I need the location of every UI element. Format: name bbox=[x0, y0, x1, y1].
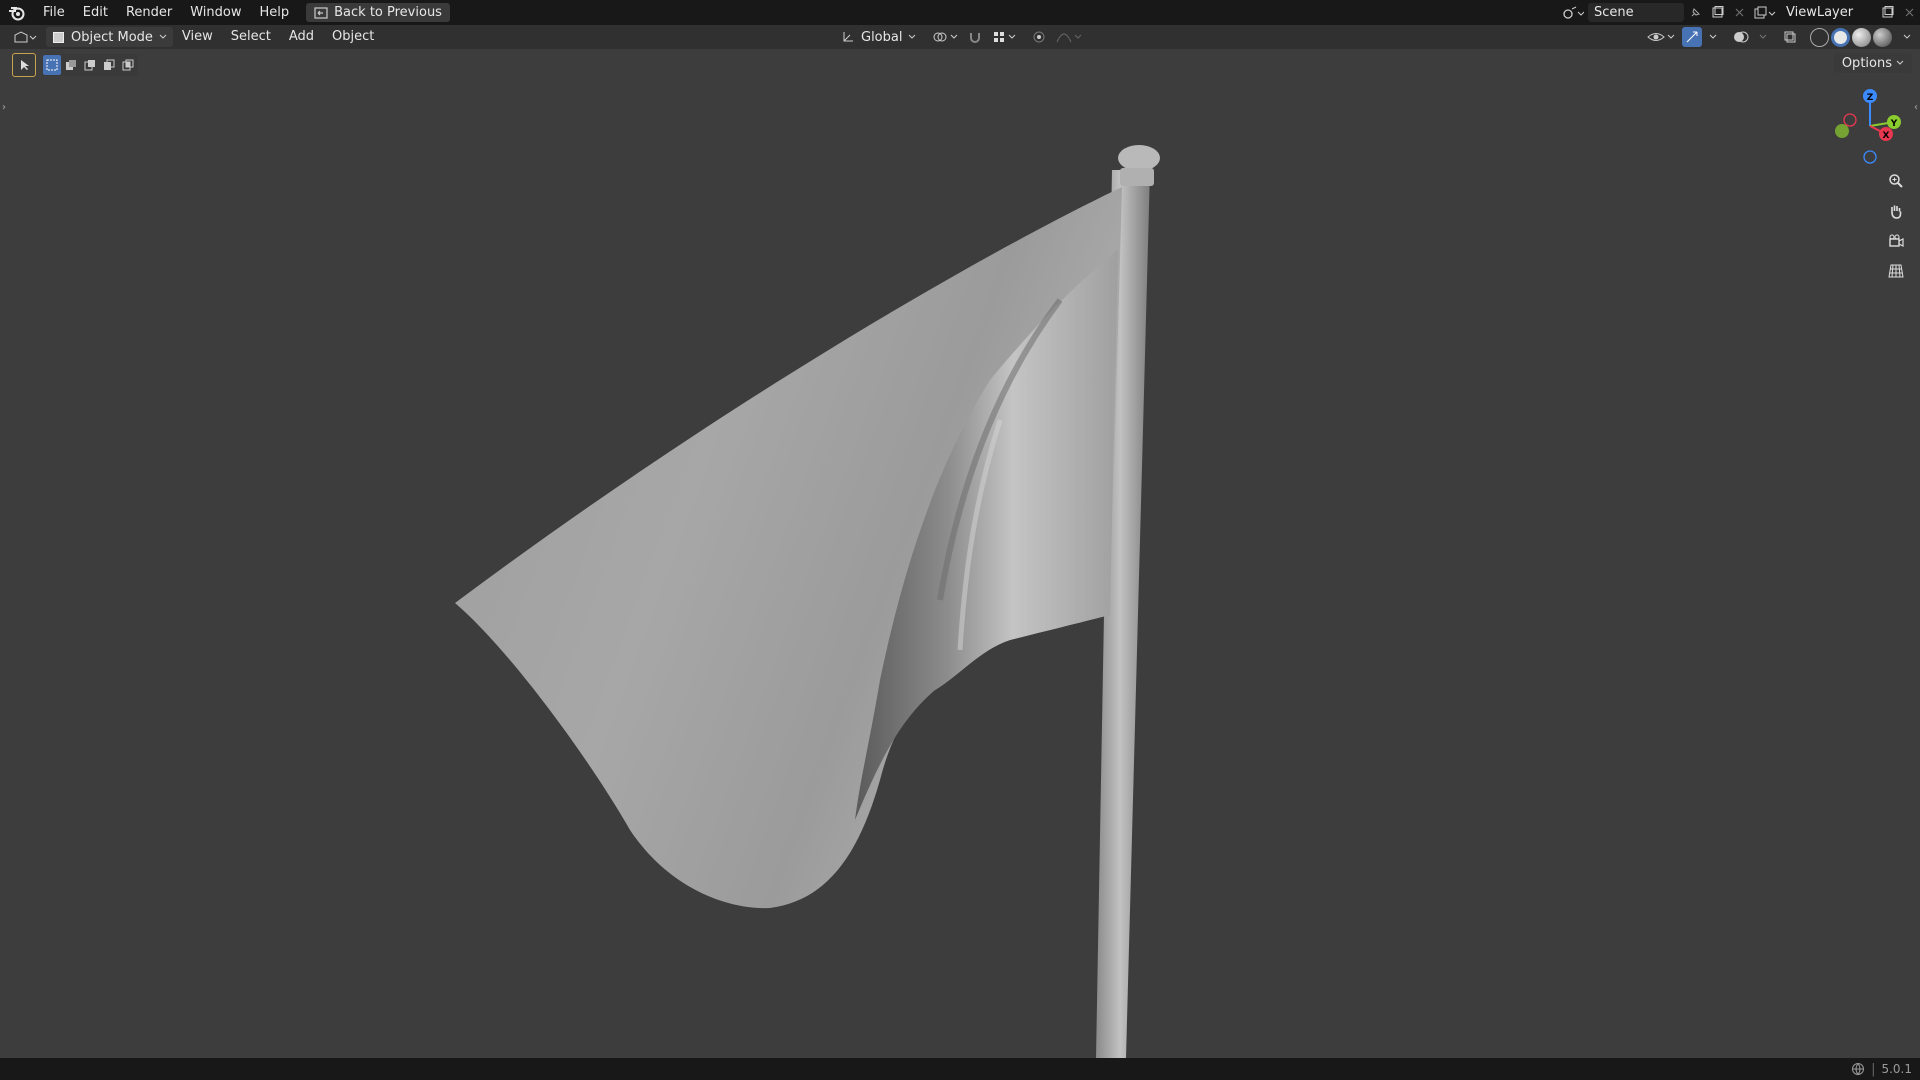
chevron-down-icon bbox=[909, 34, 916, 39]
proportional-editing-toggle[interactable] bbox=[1029, 27, 1049, 47]
overlays-dropdown[interactable] bbox=[1756, 27, 1770, 47]
menu-select[interactable]: Select bbox=[222, 25, 280, 49]
overlays-toggle[interactable] bbox=[1730, 27, 1752, 47]
proportional-editing-icon bbox=[1033, 31, 1045, 43]
eye-selectable-icon bbox=[1647, 33, 1665, 41]
menu-render[interactable]: Render bbox=[117, 0, 181, 25]
magnet-icon bbox=[970, 33, 981, 43]
new-view-layer-icon[interactable] bbox=[1876, 3, 1898, 22]
chevron-down-icon bbox=[1009, 34, 1016, 39]
editor-type-icon[interactable] bbox=[8, 28, 42, 47]
pan-hand-icon[interactable] bbox=[1884, 199, 1908, 223]
view-layer-selector-icon[interactable] bbox=[1750, 3, 1780, 22]
gizmo-toggle[interactable] bbox=[1682, 27, 1702, 47]
new-scene-icon[interactable] bbox=[1706, 3, 1728, 22]
view-layer-field[interactable]: ViewLayer bbox=[1780, 3, 1876, 22]
chevron-down-icon bbox=[159, 34, 167, 39]
back-to-previous-button[interactable]: Back to Previous bbox=[306, 3, 450, 22]
chevron-down-icon bbox=[1075, 34, 1082, 39]
blender-logo-icon[interactable] bbox=[0, 0, 34, 25]
scene-name: Scene bbox=[1594, 5, 1634, 20]
network-globe-icon bbox=[1852, 1063, 1865, 1076]
navigation-gizmo[interactable]: Z Y X bbox=[1820, 84, 1910, 174]
chevron-down-icon bbox=[1759, 34, 1767, 39]
top-bar: File Edit Render Window Help Back to Pre… bbox=[0, 0, 1920, 25]
gizmo-icon bbox=[1686, 31, 1698, 43]
pin-scene-icon[interactable] bbox=[1684, 3, 1706, 22]
pole-collar bbox=[1120, 168, 1154, 186]
perspective-grid-icon[interactable] bbox=[1884, 259, 1908, 283]
viewport-header: Object Mode View Select Add Object Globa… bbox=[0, 25, 1920, 49]
tool-settings-row bbox=[12, 53, 138, 77]
scene-name-field[interactable]: Scene bbox=[1588, 3, 1684, 22]
orientation-axes-icon bbox=[843, 32, 853, 42]
chevron-down-icon bbox=[1667, 34, 1675, 39]
gizmo-dropdown[interactable] bbox=[1706, 27, 1720, 47]
gizmo-z-label: Z bbox=[1867, 93, 1874, 103]
object-mode-dropdown[interactable]: Object Mode bbox=[46, 27, 173, 47]
select-new-icon[interactable] bbox=[43, 55, 61, 75]
gizmo-x-label: X bbox=[1883, 131, 1890, 141]
toolbar-expand-arrow-icon[interactable]: › bbox=[2, 102, 6, 113]
cursor-arrow-icon bbox=[21, 60, 29, 70]
shading-modes bbox=[1806, 27, 1896, 47]
scene-selector-icon[interactable] bbox=[1558, 3, 1588, 22]
object-mode-label: Object Mode bbox=[71, 29, 153, 45]
visibility-dropdown[interactable] bbox=[1644, 27, 1678, 47]
chevron-down-icon bbox=[1903, 34, 1911, 39]
solid-shading-icon[interactable] bbox=[1831, 27, 1850, 47]
scene-controls: Scene ViewLayer bbox=[1558, 0, 1920, 25]
snap-toggle[interactable] bbox=[965, 27, 985, 47]
xray-toggle[interactable] bbox=[1780, 27, 1800, 47]
object-mode-icon bbox=[53, 31, 64, 43]
xray-icon bbox=[1784, 31, 1796, 43]
menu-help[interactable]: Help bbox=[251, 0, 299, 25]
menu-file[interactable]: File bbox=[34, 0, 74, 25]
chevron-down-icon bbox=[951, 34, 958, 39]
select-extend-icon[interactable] bbox=[62, 55, 80, 75]
version-label: 5.0.1 bbox=[1881, 1062, 1912, 1076]
menu-add[interactable]: Add bbox=[280, 25, 323, 49]
overlays-icon bbox=[1734, 31, 1749, 43]
menu-window[interactable]: Window bbox=[181, 0, 250, 25]
sidebar-expand-arrow-icon[interactable]: ‹ bbox=[1914, 102, 1918, 113]
camera-view-icon[interactable] bbox=[1884, 229, 1908, 253]
menu-edit[interactable]: Edit bbox=[74, 0, 117, 25]
orientation-dropdown[interactable]: Global bbox=[838, 27, 919, 47]
status-bar: | 5.0.1 bbox=[0, 1058, 1920, 1080]
options-dropdown[interactable]: Options bbox=[1833, 53, 1912, 73]
shading-dropdown[interactable] bbox=[1900, 27, 1914, 47]
gizmo-y-label: Y bbox=[1890, 119, 1898, 129]
chevron-down-icon bbox=[1896, 60, 1904, 65]
pivot-point-icon bbox=[933, 32, 947, 42]
back-to-previous-label: Back to Previous bbox=[334, 5, 442, 20]
delete-view-layer-icon[interactable] bbox=[1898, 3, 1920, 22]
3d-viewport[interactable] bbox=[0, 49, 1920, 1058]
snap-target-dropdown[interactable] bbox=[989, 27, 1019, 47]
falloff-curve-icon bbox=[1057, 33, 1072, 43]
selection-mode-group bbox=[42, 54, 138, 76]
wireframe-shading-icon[interactable] bbox=[1810, 27, 1829, 47]
view-layer-name: ViewLayer bbox=[1786, 5, 1854, 20]
select-subtract-icon[interactable] bbox=[81, 55, 99, 75]
menu-view[interactable]: View bbox=[173, 25, 222, 49]
back-window-icon bbox=[314, 6, 328, 19]
pivot-point-dropdown[interactable] bbox=[929, 27, 961, 47]
chevron-down-icon bbox=[1709, 34, 1717, 39]
select-invert-icon[interactable] bbox=[100, 55, 118, 75]
transform-tools: Global bbox=[838, 25, 1085, 49]
pole-finial bbox=[1118, 145, 1160, 171]
select-intersect-icon[interactable] bbox=[119, 55, 137, 75]
delete-scene-icon[interactable] bbox=[1728, 3, 1750, 22]
options-label: Options bbox=[1841, 55, 1892, 71]
proportional-falloff-dropdown[interactable] bbox=[1053, 27, 1085, 47]
rendered-shading-icon[interactable] bbox=[1873, 27, 1892, 47]
select-tool-button[interactable] bbox=[12, 53, 36, 77]
zoom-icon[interactable] bbox=[1884, 169, 1908, 193]
viewport-display-tools bbox=[1644, 25, 1914, 49]
orientation-label: Global bbox=[861, 29, 903, 45]
snap-increment-icon bbox=[994, 32, 1005, 42]
material-preview-shading-icon[interactable] bbox=[1852, 27, 1871, 47]
menu-object[interactable]: Object bbox=[323, 25, 383, 49]
